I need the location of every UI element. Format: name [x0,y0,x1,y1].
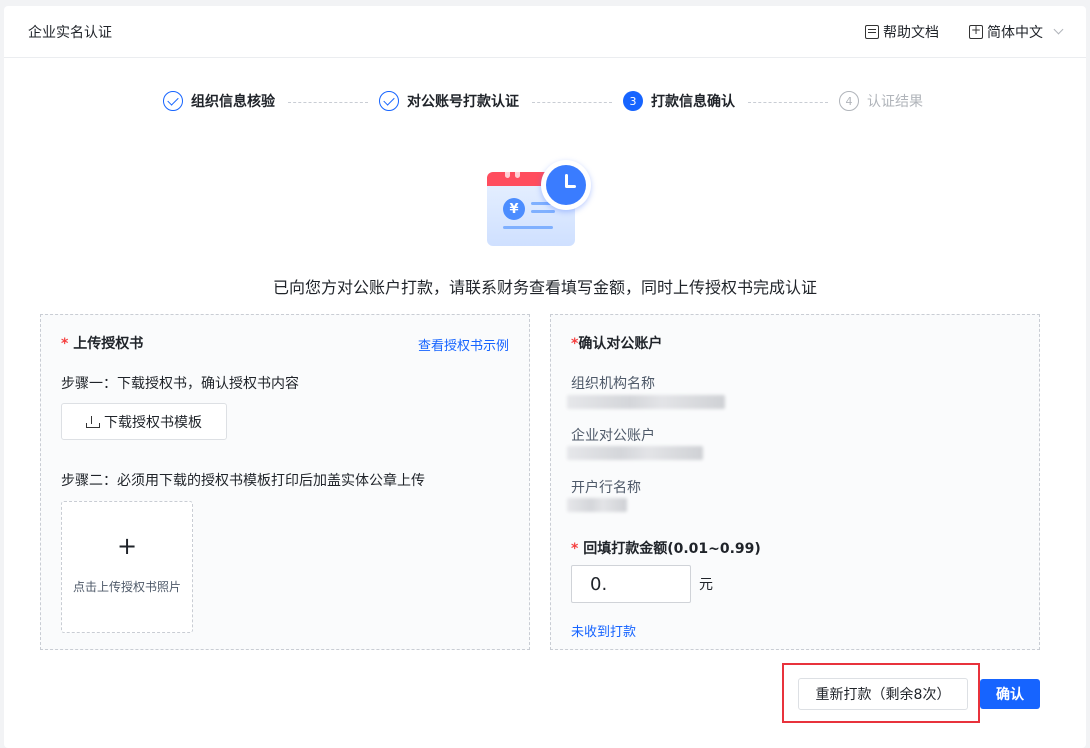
org-name-value-redacted [567,395,725,409]
step-label: 打款信息确认 [651,94,735,110]
card-title-text: 上传授权书 [73,336,144,352]
plus-icon: + [116,532,138,560]
retry-payment-button[interactable]: 重新打款（剩余8次） [798,678,968,710]
step-payment-confirm: 3 打款信息确认 [623,91,735,111]
amount-label-text: 回填打款金额(0.01~0.99) [583,541,761,557]
page-title: 企业实名认证 [28,24,112,41]
language-selector[interactable]: 简体中文 [969,22,1064,42]
step-number: 3 [623,91,643,111]
step-label: 认证结果 [867,94,923,110]
step-number: 4 [839,91,859,111]
step1-text: 步骤一：下载授权书，确认授权书内容 [61,376,299,392]
help-docs-link[interactable]: 帮助文档 [865,22,939,42]
download-template-button[interactable]: 下载授权书模板 [61,403,227,440]
document-icon [865,24,879,39]
upload-label: 点击上传授权书照片 [72,580,181,594]
help-docs-label: 帮助文档 [883,24,939,41]
amount-input[interactable] [571,565,691,603]
check-icon [379,91,399,111]
step2-text: 步骤二：必须用下载的授权书模板打印后加盖实体公章上传 [61,473,425,489]
payment-clock-illustration: ¥ [485,154,595,254]
amount-unit: 元 [699,577,713,593]
required-mark: * [61,336,69,352]
required-mark: * [571,541,579,557]
upload-photo-area[interactable]: + 点击上传授权书照片 [61,501,193,633]
language-icon [969,23,983,39]
step-label: 对公账号打款认证 [407,94,519,110]
account-label: 企业对公账户 [571,428,655,444]
account-value-redacted [567,446,703,460]
card-title-text: 确认对公账户 [578,336,663,352]
org-name-label: 组织机构名称 [571,376,655,392]
step-result: 4 认证结果 [839,91,923,111]
not-received-link[interactable]: 未收到打款 [571,621,636,640]
bank-value-redacted [567,498,627,512]
language-label: 简体中文 [987,24,1043,41]
step-connector [532,102,612,103]
step-org-verify: 组织信息核验 [163,91,275,111]
download-icon [86,415,100,428]
amount-label: * 回填打款金额(0.01~0.99) [571,538,761,558]
step-label: 组织信息核验 [191,94,275,110]
stepper: 组织信息核验 对公账号打款认证 3 打款信息确认 4 认证结果 [0,91,1090,113]
view-example-link[interactable]: 查看授权书示例 [418,335,509,354]
card-title: * 上传授权书 [61,333,143,353]
card-title: *确认对公账户 [571,333,662,353]
confirm-account-card: *确认对公账户 组织机构名称 企业对公账户 开户行名称 * 回填打款金额(0.0… [550,314,1040,650]
download-template-label: 下载授权书模板 [104,414,202,431]
header-actions: 帮助文档 简体中文 [865,22,1064,42]
check-icon [163,91,183,111]
bank-label: 开户行名称 [571,480,641,496]
step-account-payment: 对公账号打款认证 [379,91,519,111]
step-connector [748,102,828,103]
step-connector [288,102,368,103]
clock-icon [541,160,591,210]
yen-icon: ¥ [503,198,525,220]
chevron-down-icon [1053,24,1064,35]
upload-authorization-card: * 上传授权书 查看授权书示例 步骤一：下载授权书，确认授权书内容 下载授权书模… [40,314,530,650]
confirm-button[interactable]: 确认 [980,679,1040,709]
payment-notice: 已向您方对公账户打款，请联系财务查看填写金额，同时上传授权书完成认证 [272,278,817,297]
header: 企业实名认证 帮助文档 简体中文 [4,6,1086,58]
